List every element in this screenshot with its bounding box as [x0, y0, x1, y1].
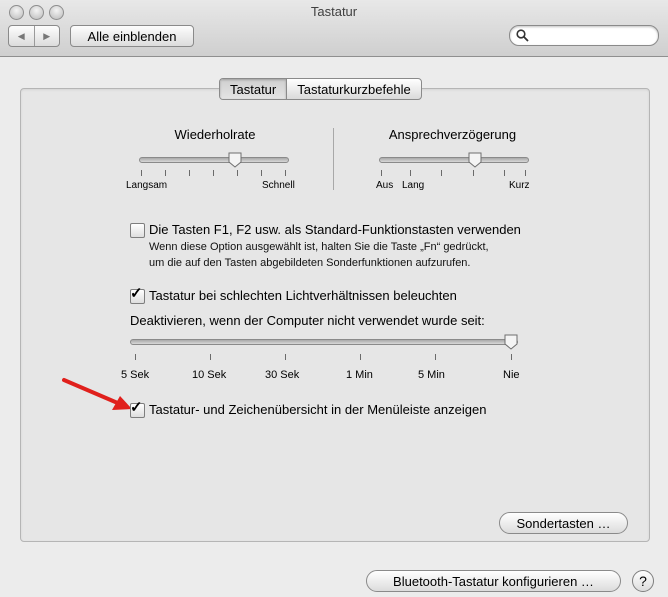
tab-bar: Tastatur Tastaturkurzbefehle [219, 78, 422, 100]
delay-title: Ansprechverzögerung [388, 127, 517, 142]
tick [473, 170, 474, 176]
deactivate-tick-label: 5 Min [418, 369, 445, 381]
delay-max-label: Kurz [509, 180, 530, 191]
deactivate-tick-label: 10 Sek [192, 369, 227, 381]
window-title: Tastatur [310, 4, 358, 19]
illumination-checkbox[interactable]: ✓ [130, 285, 145, 304]
modifier-keys-button[interactable]: Sondertasten … [499, 512, 628, 534]
tick [511, 354, 512, 360]
delay-track [379, 157, 529, 163]
help-button[interactable]: ? [632, 570, 654, 592]
checkmark-icon: ✓ [130, 399, 143, 416]
forward-icon[interactable]: ▶ [33, 26, 60, 46]
window-titlebar: Tastatur ◀ ▶ Alle einblenden [0, 0, 668, 57]
delay-slider-thumb[interactable] [468, 152, 482, 168]
illumination-label[interactable]: Tastatur bei schlechten Lichtverhältniss… [149, 288, 457, 303]
deactivate-tick-label: 1 Min [346, 369, 373, 381]
tick [165, 170, 166, 176]
tick [525, 170, 526, 176]
tick [441, 170, 442, 176]
delay-min-label: Lang [402, 180, 425, 191]
search-icon [516, 29, 529, 42]
key-repeat-min-label: Langsam [126, 180, 168, 191]
tick [141, 170, 142, 176]
key-repeat-title: Wiederholrate [174, 127, 256, 142]
deactivate-track [130, 339, 518, 345]
tick [410, 170, 411, 176]
tab-keyboard-shortcuts[interactable]: Tastaturkurzbefehle [286, 79, 420, 99]
tick [285, 170, 286, 176]
menubar-viewer-label[interactable]: Tastatur- und Zeichenübersicht in der Me… [149, 402, 486, 417]
key-repeat-max-label: Schnell [262, 180, 295, 191]
checkmark-icon: ✓ [130, 285, 143, 302]
key-repeat-slider-thumb[interactable] [228, 152, 242, 168]
tick [504, 170, 505, 176]
fn-keys-checkbox[interactable] [130, 223, 145, 238]
menubar-viewer-checkbox[interactable]: ✓ [130, 399, 145, 418]
back-icon[interactable]: ◀ [9, 26, 34, 46]
tick [360, 354, 361, 360]
fn-keys-hint-line2: um die auf den Tasten abgebildeten Sonde… [149, 257, 471, 269]
deactivate-tick-label: Nie [503, 369, 520, 381]
show-all-button[interactable]: Alle einblenden [70, 25, 194, 47]
tick [135, 354, 136, 360]
search-field[interactable] [509, 25, 659, 46]
deactivate-slider-thumb[interactable] [504, 334, 518, 350]
key-repeat-track [139, 157, 289, 163]
tick [213, 170, 214, 176]
bluetooth-keyboard-setup-button[interactable]: Bluetooth-Tastatur konfigurieren … [366, 570, 621, 592]
tick [381, 170, 382, 176]
navigation-buttons: ◀ ▶ [8, 25, 60, 47]
tick [261, 170, 262, 176]
fn-keys-hint-line1: Wenn diese Option ausgewählt ist, halten… [149, 241, 489, 253]
slider-divider [333, 128, 334, 190]
fn-keys-label[interactable]: Die Tasten F1, F2 usw. als Standard-Funk… [149, 222, 521, 237]
tick [435, 354, 436, 360]
tick [189, 170, 190, 176]
tab-keyboard[interactable]: Tastatur [220, 79, 287, 99]
delay-off-label: Aus [376, 180, 394, 191]
deactivate-label: Deaktivieren, wenn der Computer nicht ve… [130, 313, 485, 328]
tick [210, 354, 211, 360]
tick [237, 170, 238, 176]
deactivate-tick-label: 30 Sek [265, 369, 300, 381]
tick [285, 354, 286, 360]
